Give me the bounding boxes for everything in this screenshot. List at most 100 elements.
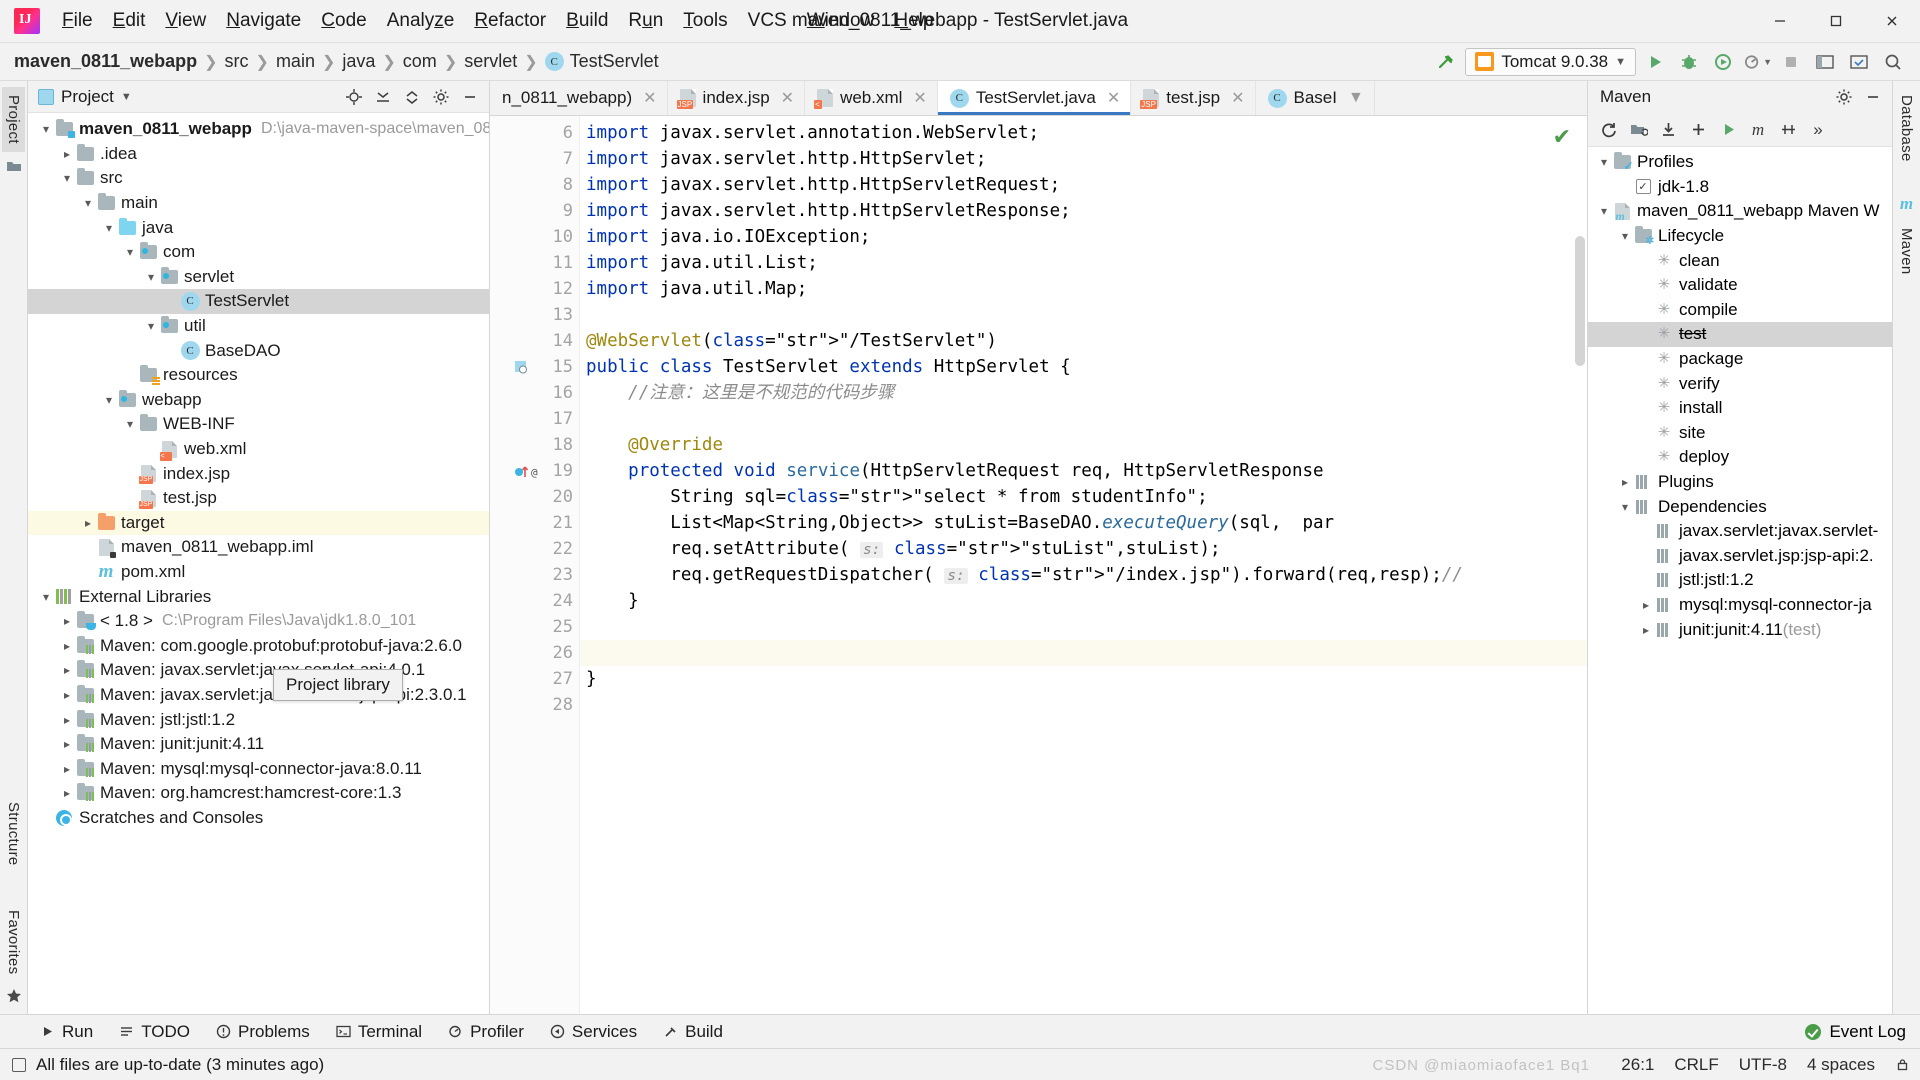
chevron-down-icon[interactable]: ▾: [101, 221, 117, 235]
tree-row[interactable]: maven_0811_webapp.iml: [28, 535, 489, 560]
add-maven-project-icon[interactable]: [1684, 116, 1712, 144]
web-servlet-gutter-icon[interactable]: [514, 360, 529, 375]
maven-tree-row[interactable]: jstl:jstl:1.2: [1588, 568, 1892, 593]
code-line[interactable]: List<Map<String,Object>> stuList=BaseDAO…: [580, 510, 1587, 536]
breadcrumb-com[interactable]: com: [403, 51, 437, 72]
close-icon[interactable]: ✕: [781, 88, 794, 108]
breadcrumb-servlet[interactable]: servlet: [464, 51, 517, 72]
code-line[interactable]: [580, 692, 1587, 718]
gutter-line[interactable]: 6: [490, 120, 579, 146]
close-icon[interactable]: ✕: [1231, 88, 1244, 108]
editor-tab-index-jsp[interactable]: JSP index.jsp ✕: [668, 81, 806, 115]
editor-gutter[interactable]: 6 7 8 9 10 11 12 13 14 15 16 17 18 @19 20 21 22 23 24 25 26 2…: [490, 116, 580, 1014]
code-line[interactable]: [580, 640, 1587, 666]
hide-icon[interactable]: [457, 84, 483, 110]
maven-tree-row[interactable]: ▾ Profiles: [1588, 150, 1892, 175]
run-icon[interactable]: [1640, 47, 1670, 77]
maven-tree-row[interactable]: javax.servlet:javax.servlet-: [1588, 519, 1892, 544]
chevron-down-icon[interactable]: ▾: [80, 196, 96, 210]
tree-row[interactable]: C BaseDAO: [28, 338, 489, 363]
editor-vertical-scrollbar[interactable]: [1575, 236, 1585, 366]
maven-tree-row[interactable]: ✳ deploy: [1588, 445, 1892, 470]
chevron-down-icon[interactable]: ▾: [143, 270, 159, 284]
gutter-line[interactable]: 11: [490, 250, 579, 276]
gutter-line[interactable]: 15: [490, 354, 579, 380]
gutter-line[interactable]: 18: [490, 432, 579, 458]
maximize-icon[interactable]: [1808, 0, 1864, 43]
tree-row[interactable]: JSP index.jsp: [28, 461, 489, 486]
tree-row[interactable]: ▸ .idea: [28, 142, 489, 167]
code-line[interactable]: import java.util.List;: [580, 250, 1587, 276]
indent-setting[interactable]: 4 spaces: [1807, 1055, 1875, 1075]
tree-row[interactable]: Scratches and Consoles: [28, 806, 489, 831]
project-tree[interactable]: ▾ maven_0811_webapp D:\java-maven-space\ma…: [28, 113, 489, 1014]
sidebar-item-structure[interactable]: Structure: [2, 794, 25, 874]
expand-all-icon[interactable]: [370, 84, 396, 110]
tree-row[interactable]: C TestServlet: [28, 289, 489, 314]
menu-refactor[interactable]: Refactor: [464, 5, 556, 37]
chevron-right-icon[interactable]: ▸: [59, 737, 75, 751]
toggle-skip-tests-icon[interactable]: [1774, 116, 1802, 144]
profiler-icon[interactable]: ▼: [1742, 47, 1772, 77]
updates-icon[interactable]: [1844, 47, 1874, 77]
bottom-tab-profiler[interactable]: Profiler: [436, 1018, 536, 1046]
chevron-right-icon[interactable]: ▸: [59, 688, 75, 702]
run-maven-goal-icon[interactable]: [1714, 116, 1742, 144]
settings-gear-icon[interactable]: [428, 84, 454, 110]
code-line[interactable]: ▾ protected void service(HttpServletRequ…: [580, 458, 1587, 484]
editor-body[interactable]: 6 7 8 9 10 11 12 13 14 15 16 17 18 @19 20 21 22 23 24 25 26 2…: [490, 116, 1587, 1014]
gutter-line[interactable]: 16: [490, 380, 579, 406]
menu-vcs[interactable]: VCS: [738, 5, 797, 37]
execute-maven-goal-icon[interactable]: m: [1744, 116, 1772, 144]
stop-icon[interactable]: [1776, 47, 1806, 77]
event-log-label[interactable]: Event Log: [1829, 1022, 1906, 1042]
tree-row[interactable]: ▾ maven_0811_webapp D:\java-maven-space\ma…: [28, 117, 489, 142]
bottom-tab-terminal[interactable]: Terminal: [324, 1018, 434, 1046]
editor-tab-web-xml[interactable]: < web.xml ✕: [805, 81, 938, 115]
editor-tab-test-jsp[interactable]: JSP test.jsp ✕: [1131, 81, 1256, 115]
maven-tree-row[interactable]: ✳ clean: [1588, 248, 1892, 273]
code-line[interactable]: ▾ }: [580, 588, 1587, 614]
chevron-right-icon[interactable]: ▸: [59, 713, 75, 727]
code-line[interactable]: req.setAttribute( s: class="str">"stuLis…: [580, 536, 1587, 562]
more-actions-icon[interactable]: »: [1804, 116, 1832, 144]
code-line[interactable]: req.getRequestDispatcher( s: class="str"…: [580, 562, 1587, 588]
minimize-icon[interactable]: [1752, 0, 1808, 43]
chevron-right-icon[interactable]: ▸: [59, 762, 75, 776]
code-line[interactable]: import javax.servlet.annotation.WebServl…: [580, 120, 1587, 146]
code-line[interactable]: import java.io.IOException;: [580, 224, 1587, 250]
menu-edit[interactable]: Edit: [103, 5, 156, 37]
maven-tree-row[interactable]: javax.servlet.jsp:jsp-api:2.: [1588, 544, 1892, 569]
search-everywhere-icon[interactable]: [1878, 47, 1908, 77]
gutter-line[interactable]: 10: [490, 224, 579, 250]
code-line[interactable]: public class TestServlet extends HttpSer…: [580, 354, 1587, 380]
code-line[interactable]: import javax.servlet.http.HttpServletRes…: [580, 198, 1587, 224]
override-method-gutter-icon[interactable]: @: [514, 464, 546, 479]
tree-row[interactable]: < web.xml: [28, 437, 489, 462]
file-encoding[interactable]: UTF-8: [1739, 1055, 1787, 1075]
menu-window[interactable]: Window: [797, 5, 885, 37]
breadcrumb-file[interactable]: C TestServlet: [544, 51, 659, 72]
restore-layout-icon[interactable]: [1810, 47, 1840, 77]
gutter-line[interactable]: 24: [490, 588, 579, 614]
menu-run[interactable]: Run: [618, 5, 673, 37]
sidebar-item-project[interactable]: Project: [2, 87, 25, 152]
breadcrumb-project[interactable]: maven_0811_webapp: [14, 51, 197, 72]
chevron-right-icon[interactable]: ▸: [59, 147, 75, 161]
tree-row[interactable]: ▾ WEB-INF: [28, 412, 489, 437]
code-line[interactable]: import javax.servlet.http.HttpServlet;: [580, 146, 1587, 172]
settings-gear-icon[interactable]: [1831, 84, 1857, 110]
maven-tree-row[interactable]: ✳ verify: [1588, 371, 1892, 396]
chevron-right-icon[interactable]: ▸: [59, 663, 75, 677]
locate-icon[interactable]: [341, 84, 367, 110]
maven-tree-row[interactable]: ▸ Plugins: [1588, 470, 1892, 495]
gutter-line[interactable]: 13: [490, 302, 579, 328]
project-panel-title[interactable]: Project ▼: [38, 87, 132, 107]
download-sources-icon[interactable]: [1654, 116, 1682, 144]
maven-tree-row[interactable]: ✳ validate: [1588, 273, 1892, 298]
maven-tree-row[interactable]: ▾ maven_0811_webapp Maven W: [1588, 199, 1892, 224]
debug-icon[interactable]: [1674, 47, 1704, 77]
maven-tree-row[interactable]: ▸ junit:junit:4.11 (test): [1588, 617, 1892, 642]
gutter-line[interactable]: 27: [490, 666, 579, 692]
bottom-tab-run[interactable]: Run: [28, 1018, 105, 1046]
